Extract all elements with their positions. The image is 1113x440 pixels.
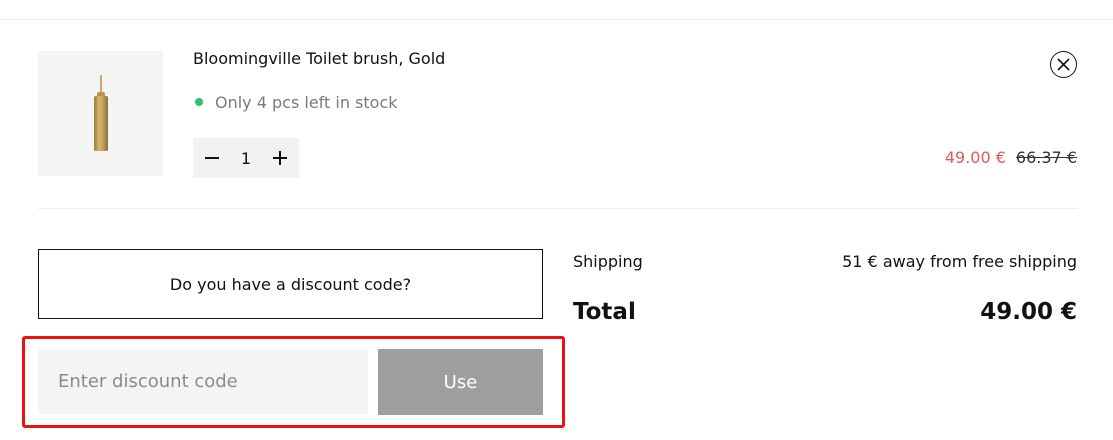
product-title[interactable]: Bloomingville Toilet brush, Gold bbox=[193, 49, 445, 68]
stock-status: Only 4 pcs left in stock bbox=[193, 92, 398, 112]
toilet-brush-image bbox=[94, 75, 108, 153]
close-icon bbox=[1057, 58, 1070, 71]
section-divider bbox=[38, 208, 1078, 209]
shipping-value: 51 € away from free shipping bbox=[842, 252, 1077, 271]
original-price: 66.37 € bbox=[1015, 148, 1077, 167]
quantity-value: 1 bbox=[240, 148, 252, 168]
price-row: 49.00 € 66.37 € bbox=[945, 148, 1077, 167]
sale-price: 49.00 € bbox=[944, 148, 1006, 167]
discount-code-toggle[interactable]: Do you have a discount code? bbox=[38, 249, 543, 319]
increase-quantity-button[interactable] bbox=[271, 149, 289, 167]
top-divider bbox=[0, 19, 1113, 20]
apply-discount-button[interactable]: Use bbox=[378, 349, 543, 415]
remove-item-button[interactable] bbox=[1050, 51, 1077, 78]
decrease-quantity-button[interactable] bbox=[203, 149, 221, 167]
shipping-label: Shipping bbox=[573, 252, 643, 271]
discount-toggle-label: Do you have a discount code? bbox=[169, 274, 412, 294]
discount-code-input[interactable] bbox=[38, 349, 368, 414]
quantity-stepper: 1 bbox=[193, 138, 299, 178]
minus-icon bbox=[205, 157, 219, 159]
stock-text: Only 4 pcs left in stock bbox=[215, 92, 398, 112]
total-label: Total bbox=[573, 299, 636, 325]
total-value: 49.00 € bbox=[980, 299, 1077, 325]
cart-page: Bloomingville Toilet brush, Gold Only 4 … bbox=[0, 0, 1113, 440]
product-image[interactable] bbox=[38, 51, 163, 176]
stock-indicator-dot bbox=[195, 98, 203, 106]
